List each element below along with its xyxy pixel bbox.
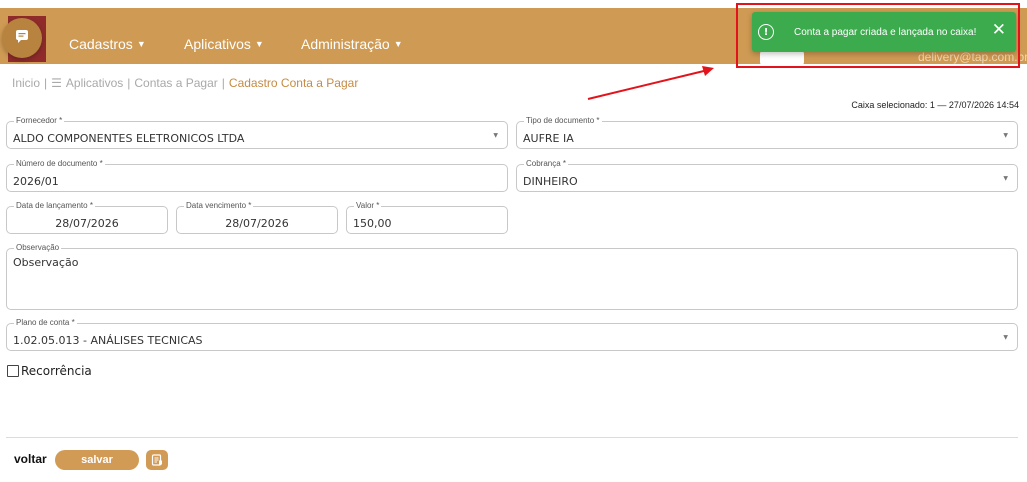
observacao-textarea[interactable]: Observação Observação bbox=[6, 243, 1018, 310]
cobranca-label: Cobrança * bbox=[524, 159, 569, 169]
breadcrumb-aplicativos[interactable]: Aplicativos bbox=[66, 76, 123, 90]
annotation-arrow bbox=[587, 66, 714, 100]
fornecedor-label: Fornecedor * bbox=[14, 116, 65, 126]
tipo-documento-label: Tipo de documento * bbox=[524, 116, 602, 126]
list-icon: ☰ bbox=[51, 76, 62, 90]
valor-value: 150,00 bbox=[353, 217, 392, 230]
annotation-highlight-box bbox=[736, 3, 1020, 68]
document-icon bbox=[151, 451, 163, 470]
menu-cadastros-label: Cadastros bbox=[69, 36, 133, 52]
menu-aplicativos-label: Aplicativos bbox=[184, 36, 251, 52]
chat-button[interactable] bbox=[2, 18, 42, 58]
recorrencia-checkbox-row[interactable]: Recorrência bbox=[7, 364, 92, 378]
recorrencia-label: Recorrência bbox=[21, 364, 92, 378]
breadcrumb-contas-a-pagar[interactable]: Contas a Pagar bbox=[134, 76, 217, 90]
report-button[interactable] bbox=[146, 450, 168, 470]
fornecedor-value: ALDO COMPONENTES ELETRONICOS LTDA bbox=[13, 132, 245, 145]
chevron-down-icon: ▼ bbox=[254, 39, 264, 49]
cobranca-select[interactable]: Cobrança * DINHEIRO ▼ bbox=[516, 159, 1018, 192]
divider bbox=[6, 437, 1018, 438]
breadcrumb-inicio[interactable]: Inicio bbox=[12, 76, 40, 90]
breadcrumb-separator: | bbox=[44, 76, 48, 90]
menu-administracao[interactable]: Administração ▼ bbox=[301, 36, 403, 52]
recorrencia-checkbox[interactable] bbox=[7, 365, 19, 377]
caret-down-icon: ▼ bbox=[1003, 334, 1008, 341]
data-lancamento-label: Data de lançamento * bbox=[14, 201, 95, 211]
chevron-down-icon: ▼ bbox=[136, 39, 146, 49]
data-lancamento-value: 28/07/2026 bbox=[55, 217, 119, 230]
valor-input[interactable]: Valor * 150,00 bbox=[346, 201, 508, 234]
voltar-button[interactable]: voltar bbox=[14, 452, 47, 466]
plano-conta-select[interactable]: Plano de conta * 1.02.05.013 - ANÁLISES … bbox=[6, 318, 1018, 351]
caixa-selecionado: Caixa selecionado: 1 — 27/07/2026 14:54 bbox=[851, 100, 1019, 110]
breadcrumb-separator: | bbox=[221, 76, 225, 90]
numero-documento-value: 2026/01 bbox=[13, 175, 59, 188]
numero-documento-label: Número de documento * bbox=[14, 159, 105, 169]
menu-administracao-label: Administração bbox=[301, 36, 390, 52]
caret-down-icon: ▼ bbox=[493, 132, 498, 139]
breadcrumb: Inicio | ☰ Aplicativos | Contas a Pagar … bbox=[12, 76, 358, 90]
breadcrumb-separator: | bbox=[127, 76, 131, 90]
chat-icon bbox=[14, 28, 30, 48]
menu-aplicativos[interactable]: Aplicativos ▼ bbox=[184, 36, 264, 52]
caret-down-icon: ▼ bbox=[1003, 132, 1008, 139]
data-vencimento-input[interactable]: Data vencimento * 28/07/2026 bbox=[176, 201, 338, 234]
numero-documento-input[interactable]: Número de documento * 2026/01 bbox=[6, 159, 508, 192]
data-lancamento-input[interactable]: Data de lançamento * 28/07/2026 bbox=[6, 201, 168, 234]
plano-conta-value: 1.02.05.013 - ANÁLISES TECNICAS bbox=[13, 334, 203, 347]
observacao-placeholder: Observação bbox=[13, 256, 79, 269]
chevron-down-icon: ▼ bbox=[393, 39, 403, 49]
tipo-documento-value: AUFRE IA bbox=[523, 132, 574, 145]
data-vencimento-label: Data vencimento * bbox=[184, 201, 254, 211]
caret-down-icon: ▼ bbox=[1003, 175, 1008, 182]
valor-label: Valor * bbox=[354, 201, 382, 211]
cobranca-value: DINHEIRO bbox=[523, 175, 578, 188]
plano-conta-label: Plano de conta * bbox=[14, 318, 77, 328]
salvar-button[interactable]: salvar bbox=[55, 450, 139, 470]
observacao-label: Observação bbox=[14, 243, 62, 253]
data-vencimento-value: 28/07/2026 bbox=[225, 217, 289, 230]
tipo-documento-select[interactable]: Tipo de documento * AUFRE IA ▼ bbox=[516, 116, 1018, 149]
menu-cadastros[interactable]: Cadastros ▼ bbox=[69, 36, 146, 52]
breadcrumb-current: Cadastro Conta a Pagar bbox=[228, 76, 359, 90]
fornecedor-select[interactable]: Fornecedor * ALDO COMPONENTES ELETRONICO… bbox=[6, 116, 508, 149]
